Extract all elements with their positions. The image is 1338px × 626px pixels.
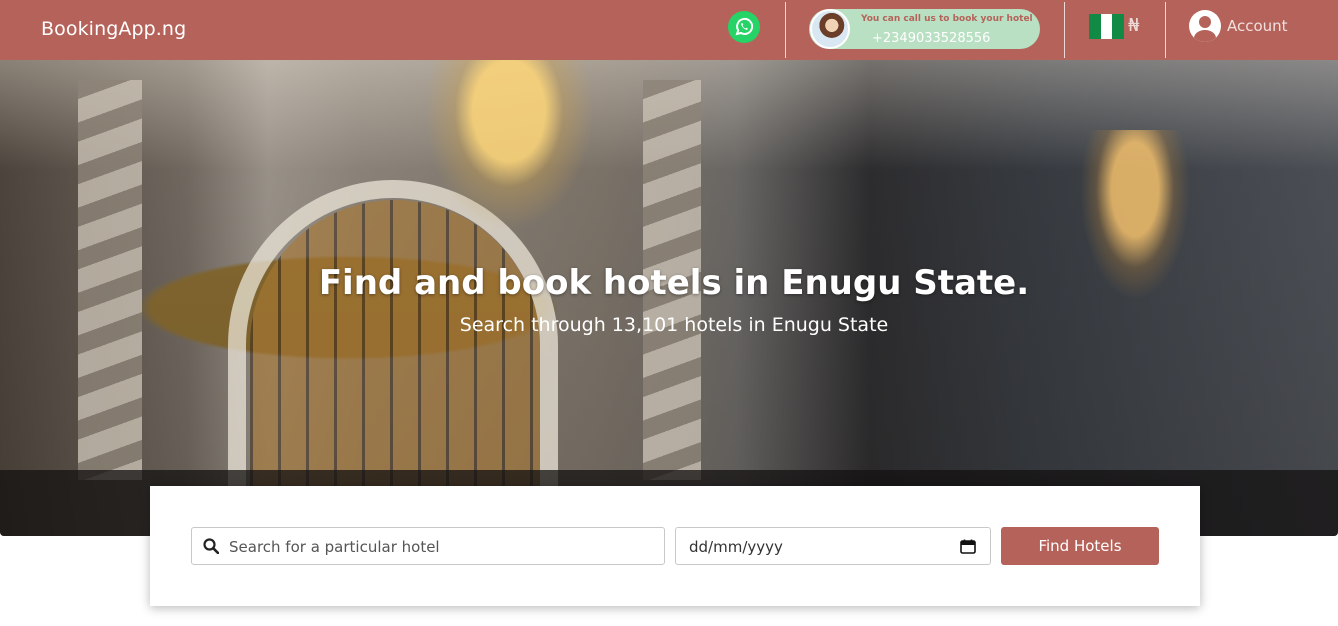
support-agent-avatar [810, 9, 850, 49]
search-card: Search for a particular hotel dd/mm/yyyy… [150, 486, 1200, 606]
nigeria-flag-icon[interactable] [1089, 14, 1125, 39]
call-to-book-banner[interactable]: You can call us to book your hotel +2349… [809, 9, 1040, 49]
checkin-date-input[interactable]: dd/mm/yyyy [675, 527, 991, 565]
hotel-search-input[interactable]: Search for a particular hotel [191, 527, 665, 565]
navbar-divider [1064, 2, 1065, 58]
navbar-divider [785, 2, 786, 58]
find-hotels-button[interactable]: Find Hotels [1001, 527, 1159, 565]
search-icon [203, 538, 219, 554]
calendar-icon[interactable] [960, 539, 976, 554]
currency-symbol[interactable]: ₦ [1128, 15, 1139, 36]
call-banner-text: You can call us to book your hotel [861, 14, 1033, 24]
brand-logo[interactable]: BookingApp.ng [41, 18, 186, 40]
hero-banner: Find and book hotels in Enugu State. Sea… [0, 60, 1338, 536]
search-placeholder: Search for a particular hotel [229, 538, 440, 556]
navbar-divider [1165, 2, 1166, 58]
date-placeholder: dd/mm/yyyy [689, 538, 783, 556]
user-circle-icon[interactable] [1189, 10, 1221, 42]
hero-title: Find and book hotels in Enugu State. [318, 263, 1030, 303]
hero-subtitle: Search through 13,101 hotels in Enugu St… [459, 314, 889, 336]
account-menu[interactable]: Account [1189, 10, 1288, 42]
top-navbar: BookingApp.ng You can call us to book yo… [0, 0, 1338, 60]
whatsapp-icon[interactable] [728, 11, 760, 43]
call-phone-number[interactable]: +2349033528556 [872, 31, 990, 46]
account-label[interactable]: Account [1227, 17, 1288, 35]
